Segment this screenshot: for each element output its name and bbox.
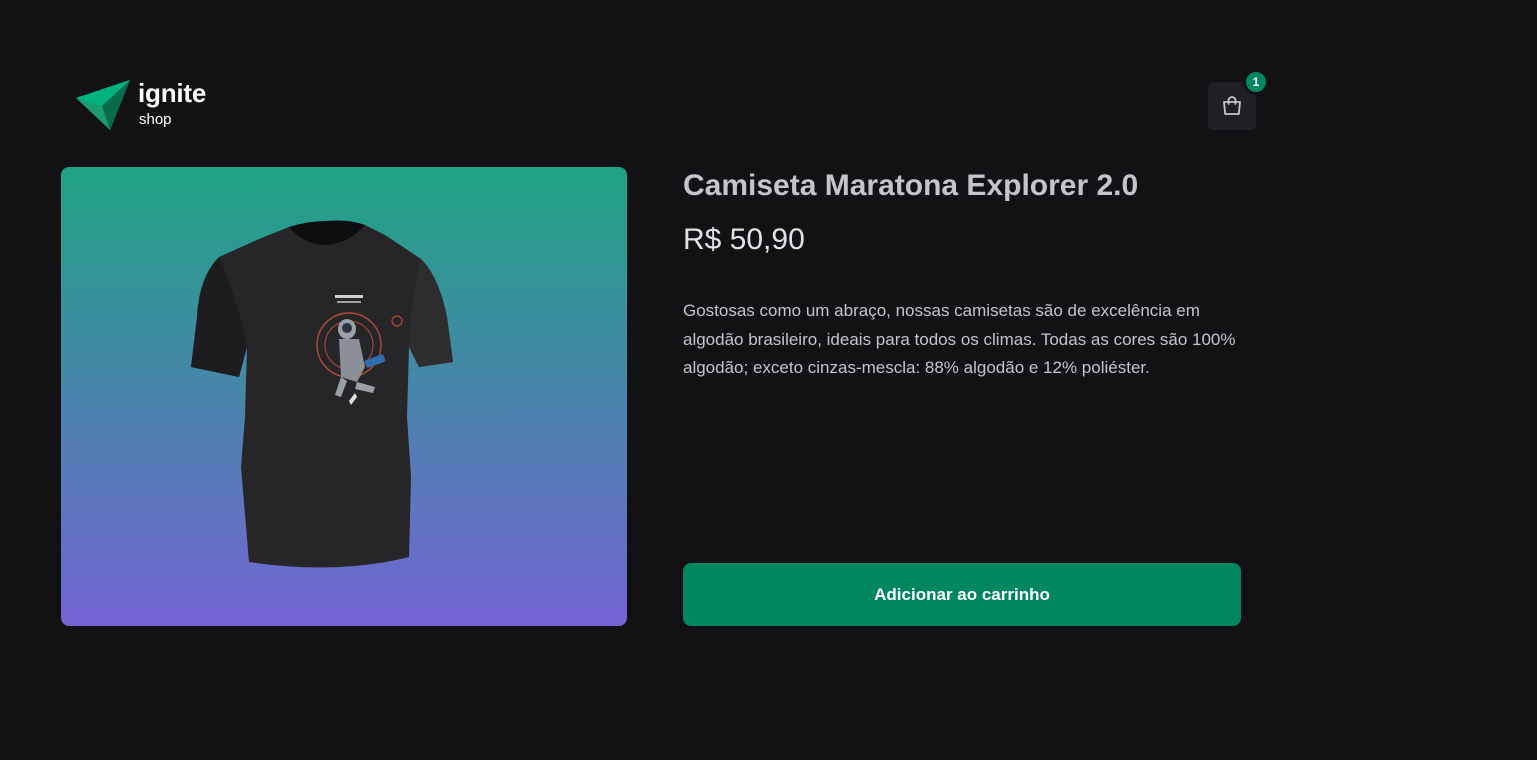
product-price: R$ 50,90 [683,223,805,256]
add-to-cart-button[interactable]: Adicionar ao carrinho [683,563,1241,626]
brand-sub: shop [139,111,172,128]
product-description: Gostosas como um abraço, nossas camiseta… [683,301,1236,378]
product-title: Camiseta Maratona Explorer 2.0 [683,169,1139,202]
tshirt-image [191,220,453,567]
product-image-panel [61,167,627,626]
product-page: ignite shop 1 Camiseta Maratona Explorer… [0,0,1537,760]
product-details: Camiseta Maratona Explorer 2.0 R$ 50,90 … [683,167,1241,626]
shopping-bag-icon [1223,96,1241,115]
logo-link[interactable]: ignite shop [76,76,216,132]
brand-name: ignite [138,78,207,108]
ignite-logo-icon [76,80,130,130]
cart-count-badge: 1 [1243,69,1269,95]
